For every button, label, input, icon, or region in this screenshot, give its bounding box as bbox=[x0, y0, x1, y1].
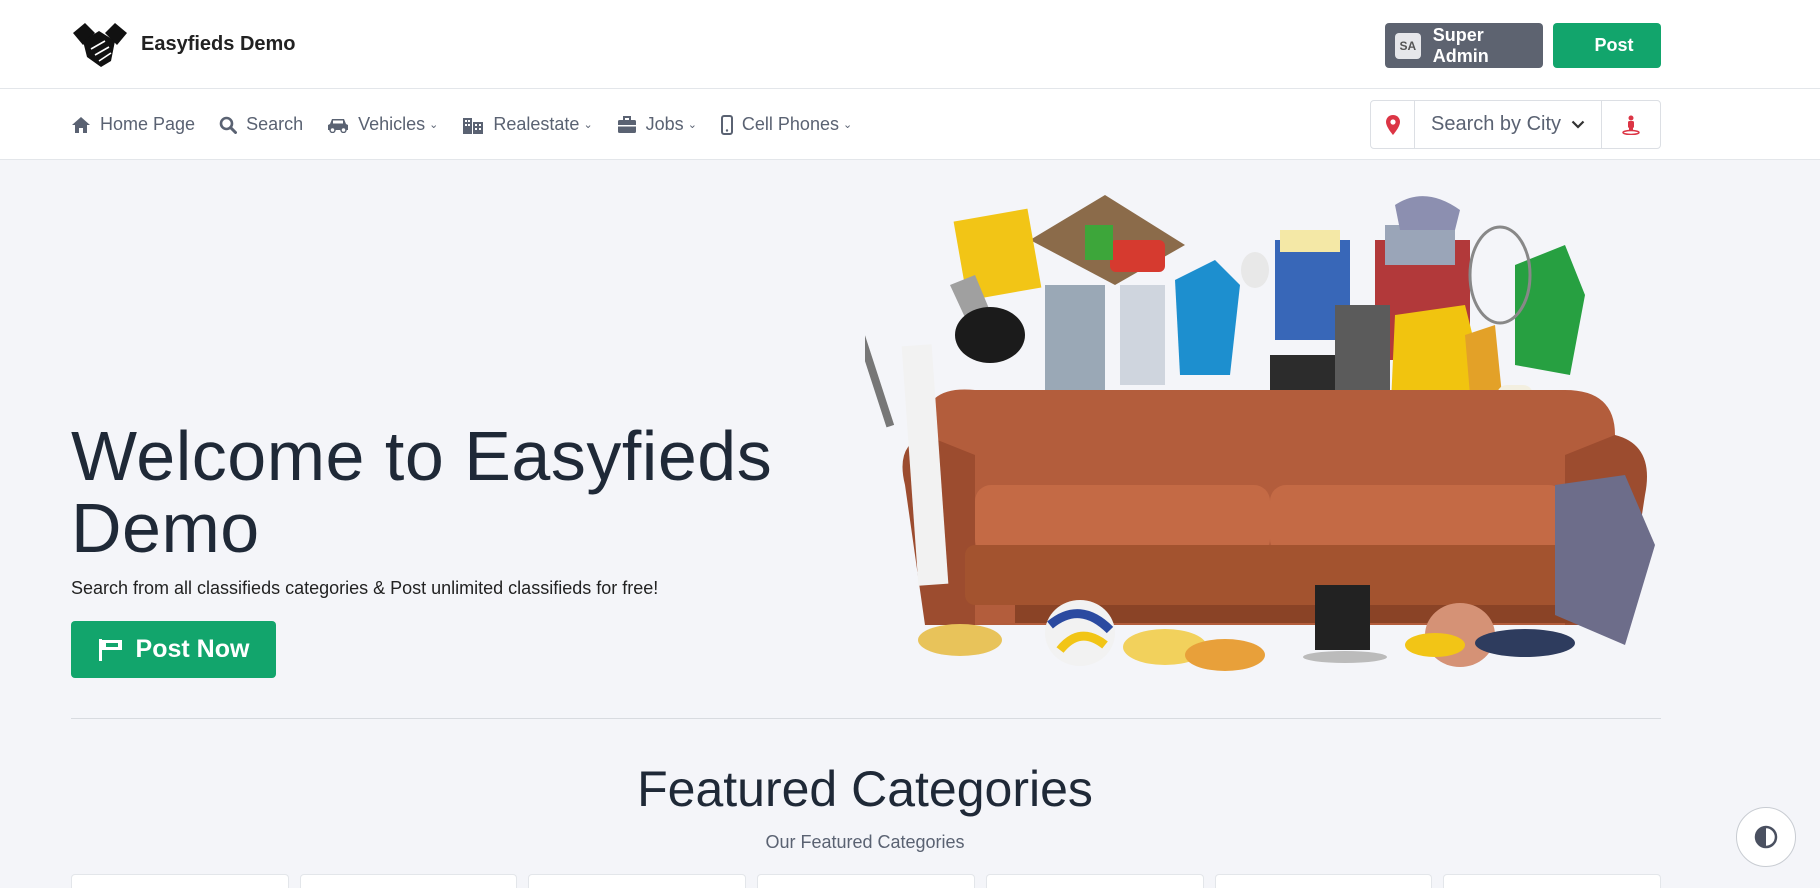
location-pin-icon bbox=[1371, 101, 1415, 148]
category-card[interactable] bbox=[299, 874, 518, 888]
nav-item-jobs[interactable]: Jobs ⌄ bbox=[617, 114, 697, 135]
category-card[interactable] bbox=[985, 874, 1204, 888]
chevron-down-icon: ⌄ bbox=[583, 119, 593, 131]
nav-item-vehicles[interactable]: Vehicles ⌄ bbox=[327, 114, 438, 135]
locate-me-button[interactable] bbox=[1602, 101, 1660, 148]
nav-item-home[interactable]: Home Page bbox=[71, 114, 195, 135]
nav-item-label: Vehicles bbox=[358, 114, 426, 134]
chevron-down-icon: ⌄ bbox=[842, 119, 853, 131]
nav-item-cell-phones[interactable]: Cell Phones ⌄ bbox=[720, 114, 853, 135]
top-header: Easyfieds Demo SA Super Admin Post bbox=[0, 0, 1820, 89]
brand-link[interactable]: Easyfieds Demo bbox=[71, 19, 296, 69]
section-divider bbox=[71, 718, 1661, 719]
city-filter: Search by City bbox=[1370, 100, 1661, 149]
category-card[interactable] bbox=[757, 874, 975, 888]
category-card[interactable] bbox=[71, 874, 289, 888]
car-icon bbox=[328, 118, 349, 133]
hero-subtitle: Search from all classifieds categories &… bbox=[71, 578, 659, 598]
nav-item-label: Realestate bbox=[493, 114, 580, 134]
post-button[interactable]: Post bbox=[1553, 23, 1661, 68]
nav-item-search[interactable]: Search bbox=[219, 114, 303, 135]
contrast-icon bbox=[1754, 825, 1778, 849]
post-now-label: Post Now bbox=[135, 635, 250, 663]
hero-illustration bbox=[865, 195, 1655, 671]
nav-item-realestate[interactable]: Realestate ⌄ bbox=[462, 114, 593, 135]
brand-name: Easyfieds Demo bbox=[141, 32, 296, 55]
home-icon bbox=[72, 116, 90, 133]
chevron-down-icon: ⌄ bbox=[687, 119, 697, 131]
featured-categories-title: Featured Categories bbox=[637, 761, 1093, 817]
street-view-icon bbox=[1622, 115, 1640, 135]
hero-title: Welcome to Easyfieds Demo bbox=[71, 417, 773, 567]
building-icon bbox=[463, 117, 484, 134]
mobile-icon bbox=[720, 114, 733, 135]
super-admin-button[interactable]: SA Super Admin bbox=[1385, 23, 1543, 68]
category-card[interactable] bbox=[1214, 874, 1433, 888]
nav-item-label: Home Page bbox=[100, 114, 196, 134]
handshake-icon bbox=[73, 23, 127, 67]
nav-item-label: Jobs bbox=[645, 114, 684, 134]
chevron-down-icon bbox=[1571, 120, 1585, 129]
chevron-down-icon: ⌄ bbox=[429, 119, 439, 131]
admin-label: Super Admin bbox=[1432, 24, 1489, 66]
search-icon bbox=[219, 116, 238, 134]
nav-item-label: Search bbox=[246, 114, 304, 134]
featured-categories-subtitle: Our Featured Categories bbox=[765, 832, 965, 852]
city-select-value: Search by City bbox=[1431, 113, 1562, 135]
post-now-button[interactable]: Post Now bbox=[71, 621, 276, 678]
city-select[interactable]: Search by City bbox=[1415, 101, 1602, 148]
avatar: SA bbox=[1395, 32, 1421, 59]
category-card[interactable] bbox=[528, 874, 747, 888]
briefcase-icon bbox=[617, 115, 636, 133]
nav-item-label: Cell Phones bbox=[741, 114, 839, 134]
theme-toggle-button[interactable] bbox=[1736, 807, 1796, 867]
category-card[interactable] bbox=[1443, 874, 1662, 888]
flag-icon bbox=[98, 638, 122, 661]
category-cards bbox=[71, 874, 1662, 888]
